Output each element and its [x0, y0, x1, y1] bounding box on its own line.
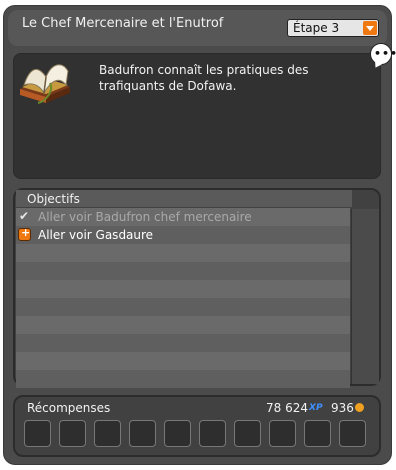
objectives-list: ✔ Aller voir Badufron chef mercenaire Al…: [16, 208, 350, 388]
empty-row: [16, 334, 350, 352]
reward-slot[interactable]: [339, 420, 366, 447]
step-label: Étape 3: [293, 21, 340, 35]
rewards-title: Récompenses: [27, 401, 111, 415]
empty-row: [16, 316, 350, 334]
scrollbar[interactable]: [351, 209, 379, 384]
reward-slot[interactable]: [199, 420, 226, 447]
reward-slot[interactable]: [304, 420, 331, 447]
xp-value: 78 624: [266, 401, 308, 415]
kamas-value: 936: [331, 401, 354, 415]
chat-bubble-icon[interactable]: •••: [370, 43, 396, 65]
objective-row[interactable]: ✔ Aller voir Badufron chef mercenaire: [16, 208, 350, 226]
objectives-title: Objectifs: [27, 192, 80, 206]
kamas-icon: [355, 403, 364, 412]
empty-row: [16, 262, 350, 280]
open-book-icon: [20, 64, 70, 104]
objective-label: Aller voir Badufron chef mercenaire: [38, 210, 252, 224]
check-icon: ✔: [19, 209, 30, 223]
chevron-down-icon[interactable]: [363, 21, 377, 35]
reward-slot[interactable]: [234, 420, 261, 447]
reward-slot[interactable]: [164, 420, 191, 447]
reward-slot[interactable]: [129, 420, 156, 447]
empty-row: [16, 370, 350, 388]
empty-row: [16, 280, 350, 298]
xp-icon: XP: [309, 403, 323, 413]
reward-slot[interactable]: [59, 420, 86, 447]
reward-slot[interactable]: [24, 420, 51, 447]
objective-row[interactable]: Aller voir Gasdaure: [16, 226, 350, 244]
reward-slot[interactable]: [269, 420, 296, 447]
reward-slot[interactable]: [94, 420, 121, 447]
empty-row: [16, 298, 350, 316]
empty-row: [16, 244, 350, 262]
empty-row: [16, 352, 350, 370]
objective-label: Aller voir Gasdaure: [38, 228, 154, 242]
target-icon[interactable]: [18, 226, 31, 241]
step-select[interactable]: Étape 3: [287, 19, 379, 37]
quest-description: Badufron connaît les pratiques des trafi…: [99, 63, 309, 93]
reward-slots: [24, 420, 370, 448]
quest-title: Le Chef Mercenaire et l'Enutrof: [22, 16, 224, 31]
